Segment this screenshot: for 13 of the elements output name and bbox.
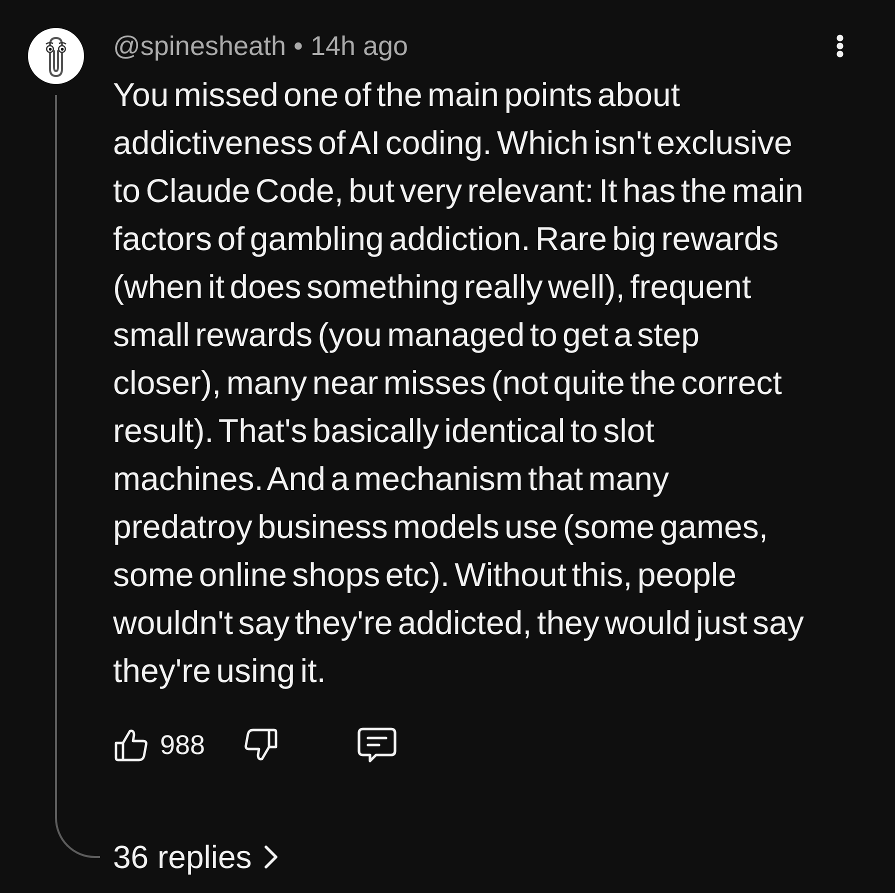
dislike-button[interactable] [243, 727, 280, 763]
comment-text: You missed one of the main points about addictiveness of AI coding. Which isn't exclusive to Claude Code, but very relevant: It has the main factors of gambling addiction. Rare big rewards (when it does something really well), frequent small rewards (you managed to get a step closer), many near misses (not quite the correct result). That's basically identical to slot machines. And a mechanism that many predatroy business models use (some games, some online shops etc). Without this, people wouldn't say they're addicted, they would just say they're using it. [113, 75, 805, 691]
more-vertical-icon [836, 34, 844, 58]
like-count: 988 [160, 728, 206, 762]
author-and-time: @spinesheath • 14h ago [113, 30, 408, 63]
view-replies-button[interactable]: 36 replies [113, 837, 278, 877]
thumbs-up-icon [113, 727, 149, 763]
chevron-right-icon [264, 845, 278, 869]
comment-icon [357, 727, 398, 763]
thumbs-down-icon [243, 727, 280, 763]
reply-button[interactable] [357, 727, 398, 763]
like-button[interactable]: 988 [113, 724, 206, 766]
paperclip-avatar-icon [28, 28, 84, 84]
